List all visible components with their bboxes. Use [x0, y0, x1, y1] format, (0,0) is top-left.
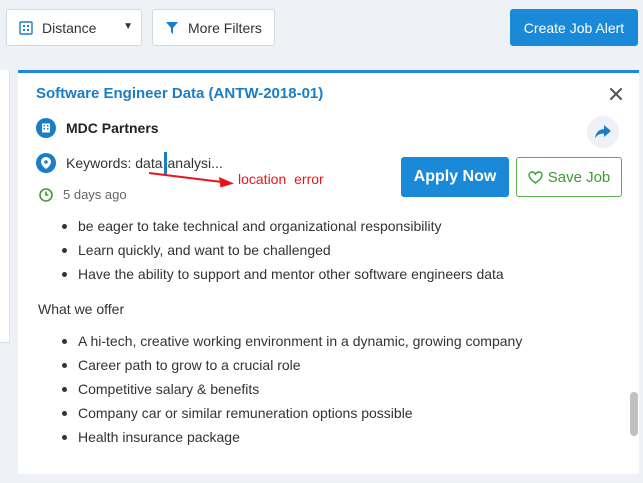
share-button[interactable] — [587, 116, 619, 148]
offer-heading: What we offer — [38, 301, 125, 317]
chevron-down-icon: ▼ — [123, 21, 133, 32]
list-item: Health insurance package — [60, 425, 522, 449]
distance-dropdown[interactable]: Distance ▼ — [6, 9, 142, 46]
company-name[interactable]: MDC Partners — [66, 120, 159, 136]
building-icon — [19, 20, 33, 35]
distance-label: Distance — [42, 19, 97, 36]
list-item: Competitive salary & benefits — [60, 377, 522, 401]
save-job-label: Save Job — [547, 168, 611, 186]
clock-icon — [39, 187, 53, 202]
more-filters-button[interactable]: More Filters — [152, 9, 275, 46]
share-icon — [595, 125, 611, 139]
text-cursor — [163, 152, 167, 174]
list-item: Company car or similar remuneration opti… — [60, 401, 522, 425]
funnel-icon — [165, 21, 179, 35]
apply-now-button[interactable]: Apply Now — [401, 157, 509, 197]
keywords-prefix: Keywords: data — [66, 155, 163, 171]
job-header: Software Engineer Data (ANTW-2018-01) MD… — [18, 73, 639, 219]
job-list-edge — [0, 70, 10, 342]
posted-row: 5 days ago — [36, 187, 127, 202]
offers-list: A hi-tech, creative working environment … — [60, 329, 522, 449]
heart-icon — [528, 170, 543, 184]
list-item: A hi-tech, creative working environment … — [60, 329, 522, 353]
job-detail-panel: be eager to take technical and organizat… — [18, 70, 639, 474]
annotation-label: location error — [238, 171, 324, 187]
requirements-list: be eager to take technical and organizat… — [60, 214, 504, 286]
keywords-suffix: analysi... — [167, 155, 223, 171]
company-row: MDC Partners — [36, 118, 159, 138]
list-item: Learn quickly, and want to be challenged — [60, 238, 504, 262]
list-item: Career path to grow to a crucial role — [60, 353, 522, 377]
divider — [0, 342, 10, 343]
keywords-row: Keywords: data analysi... — [36, 152, 223, 174]
filter-toolbar: Distance ▼ More Filters Create Job Alert — [0, 0, 643, 58]
close-icon[interactable] — [608, 86, 624, 102]
list-item: Have the ability to support and mentor o… — [60, 262, 504, 286]
more-filters-label: More Filters — [188, 19, 262, 36]
create-job-alert-button[interactable]: Create Job Alert — [510, 9, 638, 46]
building-icon — [36, 118, 56, 138]
map-pin-icon — [36, 153, 56, 173]
save-job-button[interactable]: Save Job — [516, 157, 622, 197]
posted-date: 5 days ago — [63, 187, 127, 202]
scrollbar-thumb[interactable] — [630, 392, 638, 436]
job-title[interactable]: Software Engineer Data (ANTW-2018-01) — [36, 85, 323, 102]
